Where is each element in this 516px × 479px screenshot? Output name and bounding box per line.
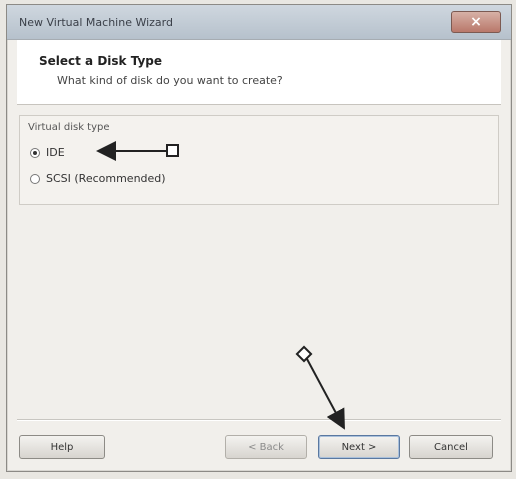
cancel-button[interactable]: Cancel: [409, 435, 493, 459]
radio-ide[interactable]: IDE: [30, 146, 65, 159]
title-bar[interactable]: New Virtual Machine Wizard ×: [7, 5, 511, 40]
close-button[interactable]: ×: [451, 11, 501, 33]
radio-scsi-label: SCSI (Recommended): [46, 172, 166, 185]
radio-ide-indicator[interactable]: [30, 147, 40, 158]
wizard-header: Select a Disk Type What kind of disk do …: [17, 40, 501, 105]
disk-type-group: Virtual disk type IDE SCSI (Recommended): [19, 115, 499, 205]
help-button[interactable]: Help: [19, 435, 105, 459]
radio-scsi-indicator[interactable]: [30, 173, 40, 184]
page-title: Select a Disk Type: [39, 54, 163, 68]
close-icon: ×: [470, 14, 482, 30]
footer-separator: [17, 419, 501, 421]
window-title: New Virtual Machine Wizard: [19, 16, 173, 29]
wizard-window: New Virtual Machine Wizard × Select a Di…: [6, 4, 512, 472]
radio-scsi[interactable]: SCSI (Recommended): [30, 172, 166, 185]
back-button[interactable]: < Back: [225, 435, 307, 459]
disk-type-group-label: Virtual disk type: [28, 122, 110, 133]
page-subtitle: What kind of disk do you want to create?: [57, 74, 283, 87]
radio-ide-label: IDE: [46, 146, 65, 159]
next-button[interactable]: Next >: [318, 435, 400, 459]
